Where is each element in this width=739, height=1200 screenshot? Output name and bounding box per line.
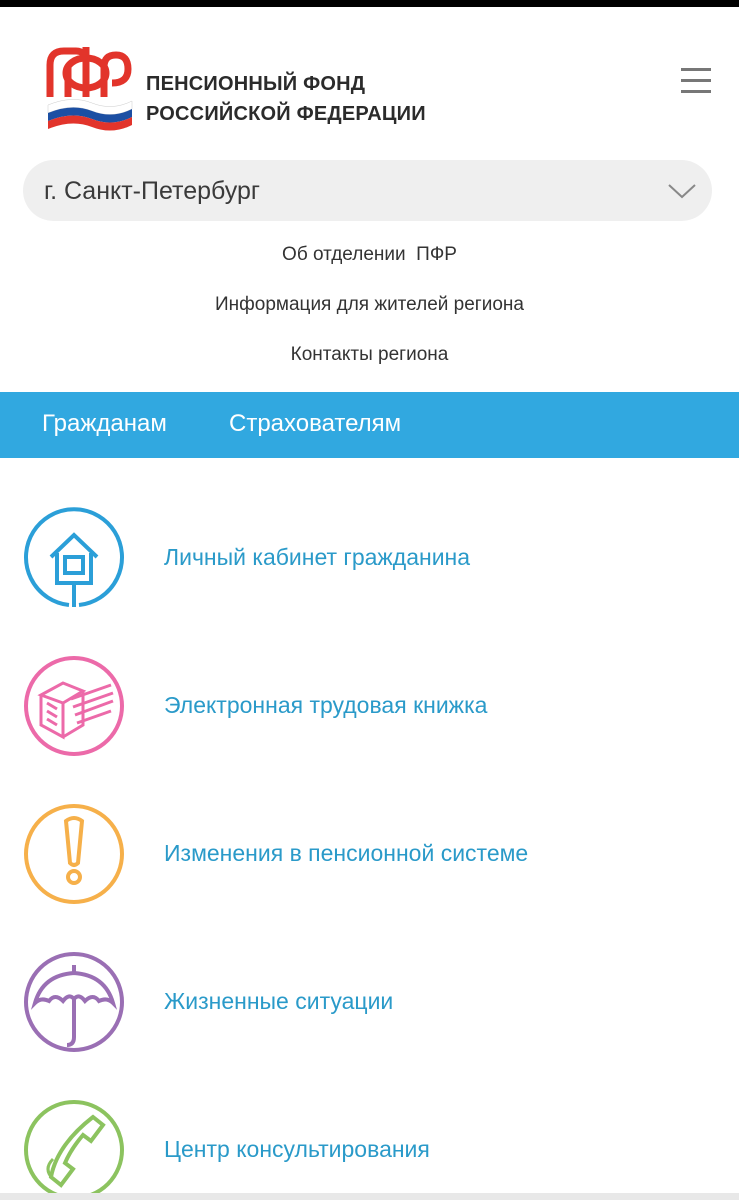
exclamation-icon [24, 804, 124, 904]
bottom-divider [0, 1193, 739, 1200]
link-about-branch[interactable]: Об отделении ПФР [0, 236, 739, 286]
service-electronic-workbook[interactable]: Электронная трудовая книжка [0, 655, 739, 775]
service-life-situations[interactable]: Жизненные ситуации [0, 951, 739, 1071]
region-select[interactable]: г. Санкт-Петербург [23, 160, 712, 221]
link-region-contacts[interactable]: Контакты региона [0, 336, 739, 386]
book-icon [24, 656, 124, 756]
audience-tabs: Гражданам Страхователям [0, 392, 739, 458]
region-links: Об отделении ПФР Информация для жителей … [0, 236, 739, 386]
service-personal-account[interactable]: Личный кабинет гражданина [0, 507, 739, 627]
service-label: Изменения в пенсионной системе [164, 840, 529, 866]
service-label: Жизненные ситуации [164, 988, 394, 1014]
org-name-line2: РОССИЙСКОЙ ФЕДЕРАЦИИ [146, 103, 426, 125]
link-region-info[interactable]: Информация для жителей региона [0, 286, 739, 336]
org-name: ПЕНСИОННЫЙ ФОНД РОССИЙСКОЙ ФЕДЕРАЦИИ [146, 69, 426, 129]
house-icon [24, 507, 124, 607]
service-consulting-center[interactable]: Центр консультирования [0, 1099, 739, 1200]
hamburger-menu-icon[interactable] [676, 65, 716, 99]
status-bar [0, 0, 739, 7]
service-label: Центр консультирования [164, 1136, 430, 1162]
phone-icon [24, 1100, 124, 1200]
service-pension-changes[interactable]: Изменения в пенсионной системе [0, 803, 739, 923]
service-label: Электронная трудовая книжка [164, 692, 488, 718]
tab-insurers[interactable]: Страхователям [229, 410, 401, 438]
site-header: ПЕНСИОННЫЙ ФОНД РОССИЙСКОЙ ФЕДЕРАЦИИ [0, 7, 739, 155]
umbrella-icon [24, 952, 124, 1052]
tab-citizens[interactable]: Гражданам [42, 410, 167, 438]
pfr-logo-icon[interactable] [42, 37, 134, 133]
org-name-line1: ПЕНСИОННЫЙ ФОНД [146, 73, 366, 95]
service-label: Личный кабинет гражданина [164, 544, 471, 570]
chevron-down-icon[interactable] [667, 182, 697, 202]
region-select-value: г. Санкт-Петербург [44, 177, 261, 205]
